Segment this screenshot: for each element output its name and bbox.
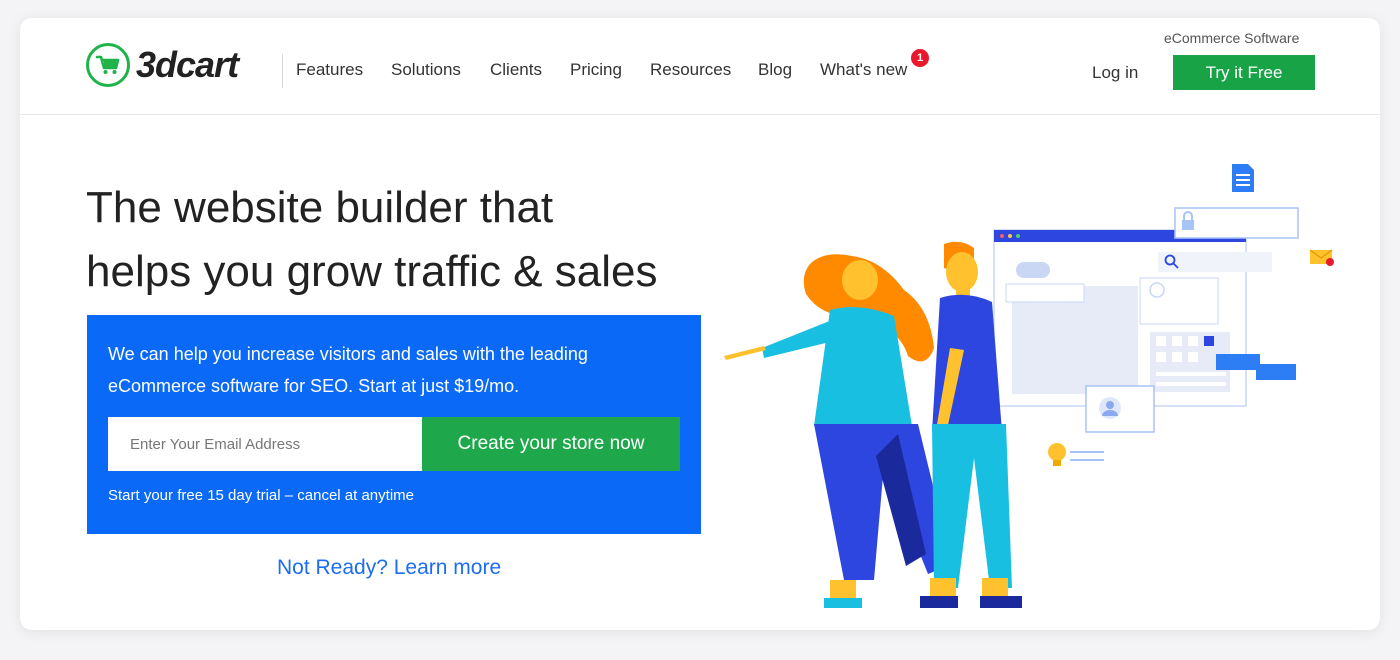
logo[interactable]: 3dcart: [86, 43, 239, 87]
nav-features[interactable]: Features: [296, 60, 363, 80]
hero-illustration: [724, 164, 1334, 608]
create-store-button[interactable]: Create your store now: [422, 417, 680, 471]
nav-whats-new[interactable]: What's new: [820, 60, 907, 80]
signup-panel: We can help you increase visitors and sa…: [87, 315, 701, 534]
page-card: 3dcart Features Solutions Clients Pricin…: [20, 18, 1380, 630]
nav-divider: [282, 54, 283, 88]
login-link[interactable]: Log in: [1092, 63, 1138, 83]
nav-blog[interactable]: Blog: [758, 60, 792, 80]
hero-title-line-2: helps you grow traffic & sales: [86, 247, 658, 296]
hero-description: We can help you increase visitors and sa…: [108, 338, 688, 402]
woman-figure: [724, 254, 952, 608]
email-input[interactable]: [108, 417, 422, 471]
learn-more-link[interactable]: Not Ready? Learn more: [277, 556, 501, 580]
nav-pricing[interactable]: Pricing: [570, 60, 622, 80]
lightbulb-icon: [1048, 443, 1104, 466]
search-icon: [1158, 252, 1272, 272]
cart-icon: [86, 43, 130, 87]
document-icon: [1232, 164, 1254, 192]
nav-solutions[interactable]: Solutions: [391, 60, 461, 80]
header-tagline: eCommerce Software: [1164, 30, 1300, 46]
lock-icon: [1174, 207, 1299, 239]
logo-text: 3dcart: [136, 44, 239, 85]
hero-description-line-2: eCommerce software for SEO. Start at jus…: [108, 376, 520, 396]
try-free-button[interactable]: Try it Free: [1173, 55, 1315, 90]
site-header: 3dcart Features Solutions Clients Pricin…: [20, 18, 1380, 115]
trial-text: Start your free 15 day trial – cancel at…: [108, 487, 414, 504]
hero-title: The website builder that helps you grow …: [86, 176, 726, 304]
nav-clients[interactable]: Clients: [490, 60, 542, 80]
hero-title-line-1: The website builder that: [86, 183, 554, 232]
hero-description-line-1: We can help you increase visitors and sa…: [108, 344, 588, 364]
mail-icon: [1309, 249, 1334, 266]
nav-resources[interactable]: Resources: [650, 60, 731, 80]
user-icon: [1085, 385, 1155, 433]
whats-new-badge: 1: [910, 48, 930, 68]
